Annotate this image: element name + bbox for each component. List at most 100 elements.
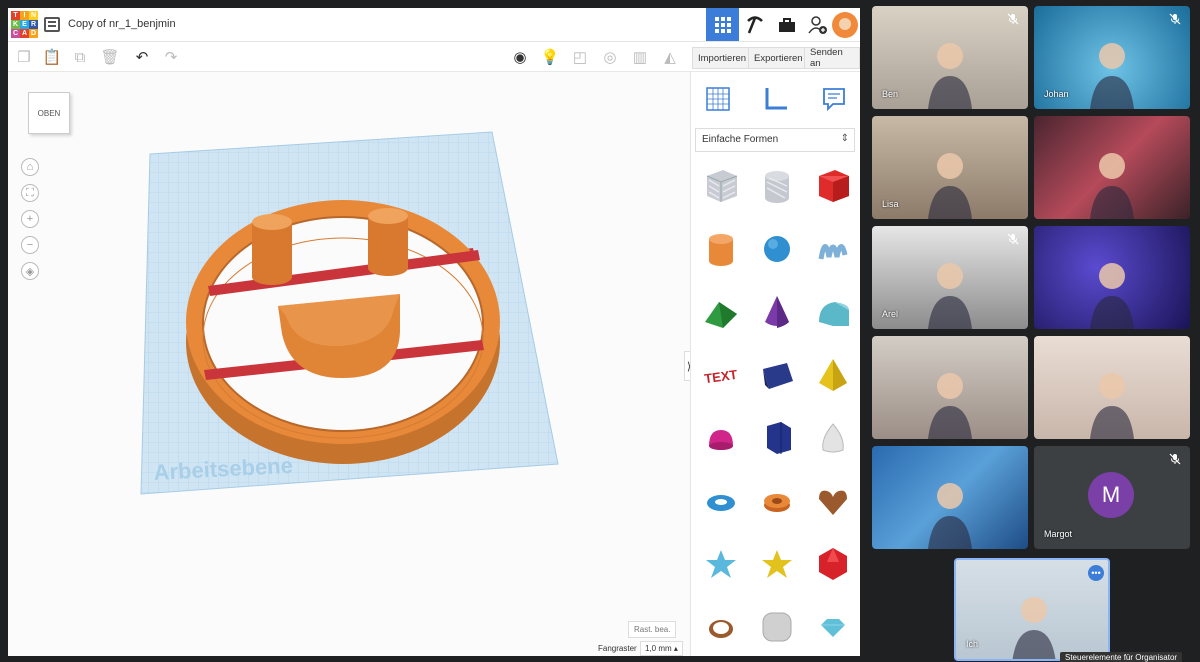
group-icon[interactable]: ◰ xyxy=(570,47,590,67)
ungroup-icon[interactable]: ◎ xyxy=(600,47,620,67)
ruler-tool-icon[interactable] xyxy=(759,82,793,116)
participant-video xyxy=(1090,146,1134,219)
participant-video xyxy=(928,476,972,549)
participant-tile[interactable] xyxy=(1034,336,1190,439)
shape-torus[interactable] xyxy=(701,481,741,521)
snap-grid-select[interactable]: 1,0 mm ▴ xyxy=(640,641,683,656)
organizer-controls-tooltip: Steuerelemente für Organisator xyxy=(1060,652,1183,662)
participant-tile[interactable] xyxy=(872,336,1028,439)
shape-scribble[interactable] xyxy=(813,229,853,269)
shape-heart[interactable] xyxy=(813,481,853,521)
shape-box-striped[interactable] xyxy=(701,166,741,206)
logo-letter: C xyxy=(11,29,20,38)
left-eye-cylinder xyxy=(252,214,292,285)
shape-star[interactable] xyxy=(701,544,741,584)
participant-tile[interactable] xyxy=(872,446,1028,549)
notes-tool-icon[interactable] xyxy=(817,82,851,116)
mirror-icon[interactable]: ◭ xyxy=(660,47,680,67)
document-list-icon[interactable] xyxy=(44,17,60,32)
participant-tile[interactable]: Lisa xyxy=(872,116,1028,219)
shape-sphere[interactable] xyxy=(757,229,797,269)
logo-letter: T xyxy=(11,11,20,20)
logo-letter: K xyxy=(11,20,20,29)
pickaxe-icon[interactable] xyxy=(739,8,771,41)
participant-tile[interactable] xyxy=(1034,116,1190,219)
paste-icon[interactable]: 📋 xyxy=(42,47,62,67)
workplane-viewport[interactable]: OBEN ⌂ ⛶ + − ◈ Arbeitsebene Rast. bea. F… xyxy=(8,72,690,656)
notes-visibility-icon[interactable]: ◉ xyxy=(510,47,530,67)
export-button[interactable]: Exportieren xyxy=(748,47,809,69)
participant-initial-avatar: M xyxy=(1088,472,1134,518)
lightbulb-icon[interactable]: 💡 xyxy=(540,47,560,67)
redo-icon[interactable]: ↷ xyxy=(161,47,181,67)
mic-muted-icon xyxy=(1006,12,1020,26)
undo-icon[interactable]: ↶ xyxy=(132,47,152,67)
logo-letter: N xyxy=(29,11,38,20)
shape-paraboloid[interactable] xyxy=(813,418,853,458)
workplane-scene: Arbeitsebene xyxy=(140,131,559,495)
participant-tile[interactable]: Ben xyxy=(872,6,1028,109)
participant-name: Ben xyxy=(882,89,899,99)
shape-category-select[interactable]: Einfache Formen xyxy=(695,128,855,152)
shape-text[interactable]: TEXT xyxy=(701,355,741,395)
briefcase-icon[interactable] xyxy=(771,8,803,41)
shape-round-roof[interactable] xyxy=(813,292,853,332)
logo-letter: D xyxy=(29,29,38,38)
shape-cone[interactable] xyxy=(757,292,797,332)
shape-polygon[interactable] xyxy=(757,418,797,458)
grid-view-icon[interactable] xyxy=(706,8,739,41)
shapes-panel: Einfache Formen TEXT xyxy=(690,72,860,656)
participant-video xyxy=(1090,36,1134,109)
logo-letter: E xyxy=(20,20,29,29)
participant-name: Margot xyxy=(1044,529,1073,539)
snap-grid-label: Fangraster xyxy=(598,644,637,653)
participant-tile[interactable]: M Margot xyxy=(1034,446,1190,549)
add-user-icon[interactable] xyxy=(802,8,834,41)
shape-wedge[interactable] xyxy=(757,355,797,395)
logo-letter: A xyxy=(20,29,29,38)
shape-icosahedron[interactable] xyxy=(813,544,853,584)
import-button[interactable]: Importieren xyxy=(692,47,753,69)
participant-video xyxy=(1090,366,1134,439)
screen: TINKERCAD Copy of nr_1_benjmin ❐ 📋 ⧉ 🗑 ↶… xyxy=(0,0,1200,662)
more-options-icon[interactable]: ••• xyxy=(1088,565,1104,581)
logo-letter: I xyxy=(20,11,29,20)
participant-video xyxy=(1012,590,1056,659)
participant-video xyxy=(928,256,972,329)
shape-box[interactable] xyxy=(813,166,853,206)
edit-grid-button[interactable]: Rast. bea. xyxy=(628,621,677,638)
duplicate-icon[interactable]: ⧉ xyxy=(70,47,90,67)
document-title[interactable]: Copy of nr_1_benjmin xyxy=(68,18,176,30)
participant-tile[interactable]: Johan xyxy=(1034,6,1190,109)
shape-star-gold[interactable] xyxy=(757,544,797,584)
shape-half-sphere[interactable] xyxy=(701,418,741,458)
user-avatar[interactable] xyxy=(832,12,858,38)
shape-pyramid[interactable] xyxy=(813,355,853,395)
shape-cylinder-striped[interactable] xyxy=(757,166,797,206)
participant-name: Lisa xyxy=(882,199,899,209)
participant-video xyxy=(1090,256,1134,329)
workplane-tool-icon[interactable] xyxy=(701,82,735,116)
participant-tile[interactable]: Ich ••• xyxy=(954,558,1110,661)
send-to-button[interactable]: Senden an xyxy=(804,47,860,69)
participant-video xyxy=(928,36,972,109)
tinkercad-logo[interactable]: TINKERCAD xyxy=(11,11,38,39)
shape-diamond[interactable] xyxy=(813,607,853,647)
edit-toolbar: ❐ 📋 ⧉ 🗑 ↶ ↷ ◉ 💡 ◰ ◎ ▥ ◭ Importieren Expo… xyxy=(8,42,860,72)
shape-tube[interactable] xyxy=(757,481,797,521)
participant-tile[interactable]: Arel xyxy=(872,226,1028,329)
align-icon[interactable]: ▥ xyxy=(630,47,650,67)
mic-muted-icon xyxy=(1168,12,1182,26)
shape-ring[interactable] xyxy=(701,607,741,647)
participant-video xyxy=(928,366,972,439)
shape-cube-rounded[interactable] xyxy=(757,607,797,647)
delete-icon[interactable]: 🗑 xyxy=(100,47,120,67)
participant-tile[interactable] xyxy=(1034,226,1190,329)
shape-cylinder[interactable] xyxy=(701,229,741,269)
mic-muted-icon xyxy=(1168,452,1182,466)
participant-name: Johan xyxy=(1044,89,1069,99)
svg-text:TEXT: TEXT xyxy=(703,367,738,386)
shape-roof[interactable] xyxy=(701,292,741,332)
participant-name: Ich xyxy=(966,639,979,649)
copy-icon[interactable]: ❐ xyxy=(14,47,34,67)
